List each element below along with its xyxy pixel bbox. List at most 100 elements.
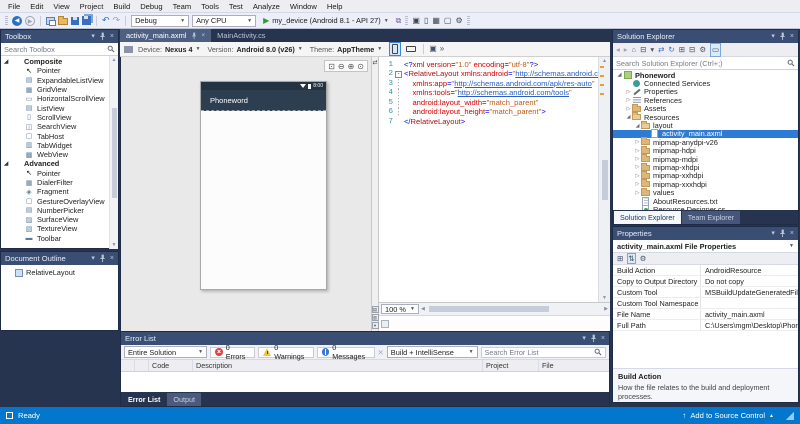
property-value[interactable]: activity_main.axml bbox=[701, 309, 798, 319]
toolbox-title-bar[interactable]: Toolbox ▾ × bbox=[1, 30, 118, 43]
expander-icon[interactable]: ▷ bbox=[634, 139, 641, 145]
property-value[interactable]: C:\Users\mgm\Desktop\Phonew bbox=[701, 320, 798, 330]
resize-grip[interactable] bbox=[786, 412, 794, 420]
solution-configuration-dropdown[interactable]: Debug▼ bbox=[131, 15, 189, 27]
menu-item[interactable]: View bbox=[48, 0, 74, 13]
fold-margin[interactable] bbox=[393, 108, 404, 118]
navigate-back-icon[interactable]: ◀ bbox=[12, 16, 22, 26]
file-column[interactable]: File bbox=[539, 360, 609, 371]
pin-icon[interactable] bbox=[99, 32, 106, 41]
properties-object-dropdown[interactable]: activity_main.axml File Properties▼ bbox=[613, 240, 798, 253]
tool-window-tab[interactable]: Solution Explorer bbox=[614, 211, 681, 224]
start-debugging-button[interactable]: ▶my_device (Android 8.1 - API 27)▼ bbox=[259, 15, 393, 27]
expander-icon[interactable]: ▷ bbox=[634, 164, 641, 170]
error-scope-dropdown[interactable]: Entire Solution▼ bbox=[124, 346, 207, 358]
window-position-icon[interactable]: ▾ bbox=[582, 332, 586, 345]
overflow-chevron-icon[interactable]: » bbox=[440, 44, 444, 54]
fold-margin[interactable] bbox=[393, 79, 404, 89]
alphabetical-icon[interactable]: ⇅ bbox=[627, 253, 635, 264]
android-adb-shell-icon[interactable]: ▦ bbox=[432, 16, 440, 26]
forward-icon[interactable]: ▸ bbox=[624, 44, 628, 56]
error-source-dropdown[interactable]: Build + IntelliSense▼ bbox=[387, 346, 478, 358]
fit-to-window-icon[interactable]: ⊡ bbox=[328, 62, 335, 71]
property-row[interactable]: Build Action AndroidResource bbox=[613, 265, 798, 276]
toolbox-item[interactable]: ▢ TabHost bbox=[1, 131, 118, 140]
expander-icon[interactable]: ◢ bbox=[616, 72, 623, 78]
document-outline-title-bar[interactable]: Document Outline ▾ × bbox=[1, 252, 118, 265]
sync-with-active-document-icon[interactable]: ⇄ bbox=[658, 44, 664, 56]
version-dropdown[interactable]: Android 8.0 (v26) bbox=[236, 45, 294, 54]
error-list-search-input[interactable] bbox=[485, 348, 594, 357]
toolbox-item[interactable]: ▥ TabWidget bbox=[1, 141, 118, 150]
toolbox-item[interactable]: ▭ HorizontalScrollView bbox=[1, 94, 118, 103]
save-icon[interactable] bbox=[71, 17, 79, 25]
fold-margin[interactable]: - bbox=[393, 70, 404, 80]
properties-title-bar[interactable]: Properties ▾ × bbox=[613, 227, 798, 240]
categorized-icon[interactable]: ⊞ bbox=[617, 254, 623, 263]
solution-platform-dropdown[interactable]: Any CPU▼ bbox=[192, 15, 256, 27]
property-value[interactable]: MSBuildUpdateGeneratedFiles bbox=[701, 287, 798, 297]
expander-icon[interactable]: ▷ bbox=[634, 156, 641, 162]
menu-item[interactable]: Analyze bbox=[248, 0, 285, 13]
save-all-icon[interactable] bbox=[82, 16, 91, 25]
scroll-right-icon[interactable]: ▶ bbox=[604, 306, 608, 312]
properties-icon[interactable]: ⚙ bbox=[699, 44, 706, 56]
split-handle-icon[interactable] bbox=[381, 320, 389, 328]
close-icon[interactable]: × bbox=[201, 29, 205, 42]
designer-options-icon[interactable] bbox=[124, 46, 133, 53]
theme-dropdown[interactable]: AppTheme bbox=[337, 45, 374, 54]
expander-icon[interactable]: ▷ bbox=[625, 89, 632, 95]
messages-filter-button[interactable]: 0 Messages bbox=[317, 347, 375, 358]
expander-icon[interactable]: ▷ bbox=[625, 106, 632, 112]
expander-icon[interactable]: ▷ bbox=[634, 181, 641, 187]
menu-item[interactable]: Help bbox=[322, 0, 348, 13]
fold-margin[interactable] bbox=[393, 60, 404, 70]
menu-item[interactable]: Debug bbox=[135, 0, 167, 13]
toolbox-item[interactable]: ↖ Pointer bbox=[1, 169, 118, 178]
window-position-icon[interactable]: ▾ bbox=[91, 30, 95, 43]
new-project-icon[interactable] bbox=[46, 17, 55, 25]
menu-item[interactable]: Tools bbox=[196, 0, 224, 13]
preview-selected-items-icon[interactable]: ▭ bbox=[710, 43, 721, 57]
pin-icon[interactable] bbox=[191, 32, 197, 40]
toolbox-item[interactable]: ▢ GestureOverlayView bbox=[1, 196, 118, 205]
code-column[interactable]: Code bbox=[149, 360, 193, 371]
property-pages-icon[interactable]: ⚙ bbox=[640, 254, 647, 263]
expander-icon[interactable]: ▷ bbox=[634, 173, 641, 179]
pin-icon[interactable] bbox=[779, 229, 786, 238]
toolbox-item[interactable]: ▦ GridView bbox=[1, 85, 118, 94]
home-icon[interactable]: ⌂ bbox=[632, 44, 637, 56]
search-icon[interactable] bbox=[107, 45, 115, 53]
property-row[interactable]: Copy to Output Directory Do not copy bbox=[613, 276, 798, 287]
expander-icon[interactable]: ▷ bbox=[634, 190, 641, 196]
designer-source-splitter[interactable]: ⇄ ▤ ▥ ▾ bbox=[371, 57, 379, 331]
description-column[interactable]: Description bbox=[193, 360, 483, 371]
window-position-icon[interactable]: ▾ bbox=[771, 227, 775, 240]
zoom-out-icon[interactable]: ⊖ bbox=[338, 62, 345, 71]
code-editor[interactable]: 1 <?xml version="1.0" encoding="utf-8"?>… bbox=[379, 57, 598, 302]
collapse-all-icon[interactable]: ⊟ bbox=[689, 44, 695, 56]
scroll-left-icon[interactable]: ◀ bbox=[421, 306, 425, 312]
device-dropdown[interactable]: Nexus 4 bbox=[165, 45, 193, 54]
property-value[interactable]: Do not copy bbox=[701, 276, 798, 286]
close-icon[interactable]: × bbox=[790, 227, 794, 240]
navigate-forward-icon[interactable]: ▶ bbox=[25, 16, 35, 26]
open-android-sdk-manager-icon[interactable]: ▣ bbox=[412, 16, 420, 26]
window-position-icon[interactable]: ▾ bbox=[91, 252, 95, 265]
toolbar-grip[interactable] bbox=[405, 16, 408, 26]
fold-margin[interactable] bbox=[393, 89, 404, 99]
suppression-column[interactable] bbox=[135, 360, 149, 371]
landscape-orientation-button[interactable] bbox=[404, 45, 418, 53]
toolbox-item[interactable]: ▤ ListView bbox=[1, 103, 118, 112]
toolbox-item[interactable]: ▨ SurfaceView bbox=[1, 215, 118, 224]
device-frame-icon[interactable]: ▣ bbox=[429, 44, 437, 54]
toolbox-item[interactable]: ◢ Composite bbox=[1, 57, 118, 66]
undo-icon[interactable]: ↶ bbox=[102, 16, 110, 25]
tool-window-tab[interactable]: Error List bbox=[122, 393, 166, 406]
document-tab[interactable]: activity_main.axml × bbox=[120, 29, 211, 42]
refresh-icon[interactable]: ↻ bbox=[668, 44, 674, 56]
property-row[interactable]: Custom Tool MSBuildUpdateGeneratedFiles bbox=[613, 287, 798, 298]
toolbox-item[interactable]: ◈ Fragment bbox=[1, 187, 118, 196]
vertical-split-icon[interactable]: ▥ bbox=[372, 314, 379, 321]
toolbox-item[interactable]: ▩ WebView bbox=[1, 150, 118, 159]
